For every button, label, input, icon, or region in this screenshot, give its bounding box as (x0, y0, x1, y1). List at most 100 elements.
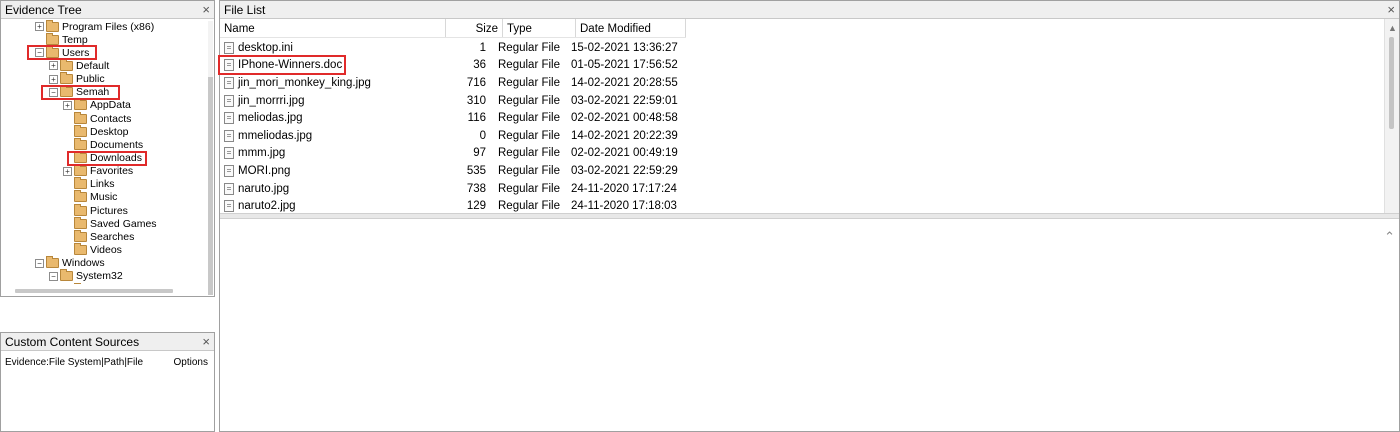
tree-node-favorites[interactable]: + Favorites (63, 164, 133, 178)
column-header-options[interactable]: Options (174, 357, 208, 368)
tree-node-label: Default (76, 59, 110, 72)
file-icon (224, 129, 234, 142)
cell-date-modified: 02-02-2021 00:49:19 (571, 147, 678, 160)
custom-content-columns: Evidence:File System|Path|File Options (1, 351, 214, 373)
cell-name: mmm.jpg (220, 147, 448, 160)
expander-icon[interactable]: + (49, 74, 58, 84)
cell-date-modified: 24-11-2020 17:17:24 (571, 182, 677, 195)
table-row[interactable]: mmeliodas.jpg 0 Regular File 14-02-2021 20:… (220, 127, 679, 145)
tree-node-temp[interactable]: Temp (35, 32, 88, 46)
table-row[interactable]: naruto.jpg 738 Regular File 24-11-2020 17:1… (220, 180, 679, 198)
tree-node-default[interactable]: + Default (49, 58, 110, 72)
expander-icon (63, 232, 72, 241)
cell-type: Regular File (498, 164, 560, 177)
tree-node-searches[interactable]: Searches (63, 229, 134, 243)
column-header-name[interactable]: Name (220, 19, 446, 37)
expander-icon[interactable]: − (49, 87, 58, 97)
file-list-close-icon[interactable]: × (1387, 3, 1395, 16)
tree-node-pictures[interactable]: Pictures (63, 203, 128, 217)
folder-icon (46, 256, 59, 269)
expander-icon (63, 140, 72, 149)
tree-node-appdata[interactable]: + AppData (63, 98, 131, 112)
column-header-evidence[interactable]: Evidence:File System|Path|File (5, 357, 143, 368)
cell-type: Regular File (498, 182, 560, 195)
tree-node-system32[interactable]: − System32 (49, 269, 123, 283)
tree-node-documents[interactable]: Documents (63, 137, 143, 151)
table-row[interactable]: desktop.ini 1 Regular File 15-02-2021 13:36… (220, 39, 679, 57)
folder-icon (74, 216, 87, 229)
table-row[interactable]: mmm.jpg 97 Regular File 02-02-2021 00:49:19 (220, 145, 679, 163)
table-row[interactable]: jin_morrri.jpg 310 Regular File 03-02-2021 … (220, 92, 679, 110)
folder-icon (74, 98, 87, 111)
expander-icon[interactable]: − (49, 271, 58, 281)
column-header-date-modified[interactable]: Date Modified (576, 19, 686, 37)
cell-name: meliodas.jpg (220, 112, 448, 125)
tree-node-downloads[interactable]: Downloads (63, 151, 142, 165)
file-icon (224, 41, 234, 54)
tree-node-links[interactable]: Links (63, 177, 115, 191)
file-icon (224, 164, 234, 177)
evidence-tree-close-icon[interactable]: × (202, 3, 210, 16)
file-list-scrollbar[interactable]: ▲ (1384, 19, 1399, 213)
cell-type: Regular File (498, 200, 560, 213)
tree-node-config[interactable]: +config (63, 282, 118, 284)
tree-node-music[interactable]: Music (63, 190, 118, 204)
file-icon (224, 94, 234, 107)
folder-icon (74, 203, 87, 216)
expander-icon[interactable]: + (63, 166, 72, 176)
custom-content-close-icon[interactable]: × (202, 335, 210, 348)
table-row[interactable]: MORI.png 535 Regular File 03-02-2021 22:59:… (220, 162, 679, 180)
evidence-tree[interactable]: + Program Files (x86) Temp − Users + Default + P… (1, 19, 204, 284)
column-header-type[interactable]: Type (503, 19, 576, 37)
cell-type: Regular File (498, 112, 560, 125)
evidence-tree-scrollbar[interactable] (208, 21, 213, 295)
expander-icon[interactable]: + (63, 100, 72, 110)
tree-node-label: Program Files (x86) (62, 20, 155, 33)
tree-node-label: Music (90, 191, 118, 204)
cell-date-modified: 03-02-2021 22:59:01 (571, 94, 678, 107)
cell-type: Regular File (498, 59, 560, 72)
file-name: mmm.jpg (238, 147, 286, 160)
folder-icon (74, 177, 87, 190)
evidence-tree-header: Evidence Tree × (1, 1, 214, 19)
expander-icon[interactable]: + (35, 22, 44, 31)
folder-icon (74, 229, 87, 242)
file-icon (224, 182, 234, 195)
expander-icon[interactable]: + (49, 61, 58, 71)
expander-icon (63, 219, 72, 228)
scroll-up-arrow-icon[interactable]: ▲ (1388, 23, 1397, 33)
scroll-thumb[interactable] (1389, 37, 1394, 129)
scroll-thumb[interactable] (208, 77, 213, 295)
cell-date-modified: 14-02-2021 20:22:39 (571, 129, 678, 142)
tree-node-public[interactable]: + Public (49, 72, 105, 86)
column-header-size[interactable]: Size (446, 19, 503, 37)
tree-node-contacts[interactable]: Contacts (63, 111, 131, 125)
cell-name: naruto.jpg (220, 182, 448, 195)
cell-date-modified: 03-02-2021 22:59:29 (571, 164, 678, 177)
table-row[interactable]: meliodas.jpg 116 Regular File 02-02-2021 00… (220, 109, 679, 127)
tree-node-semah[interactable]: − Semah (49, 85, 109, 99)
evidence-tree-hscrollbar[interactable] (15, 289, 173, 293)
evidence-tree-pane: Evidence Tree × + Program Files (x86) Temp… (0, 0, 215, 297)
tree-node-program-files-x86[interactable]: + Program Files (x86) (35, 19, 155, 33)
tree-node-desktop[interactable]: Desktop (63, 124, 129, 138)
tree-node-label: Temp (62, 33, 88, 46)
table-row[interactable]: jin_mori_monkey_king.jpg 716 Regular File 1… (220, 74, 679, 92)
preview-scroll-up-arrow-icon[interactable]: ⌃ (1384, 229, 1395, 245)
file-icon (224, 112, 234, 125)
file-name: meliodas.jpg (238, 112, 303, 125)
cell-size: 716 (466, 76, 486, 89)
cell-size: 116 (467, 112, 486, 125)
expander-icon (63, 154, 72, 163)
expander-icon[interactable]: − (35, 48, 44, 58)
expander-icon[interactable]: − (35, 258, 44, 268)
table-row[interactable]: IPhone-Winners.doc 36 Regular File 01-05-20… (220, 57, 679, 75)
tree-node-windows[interactable]: − Windows (35, 256, 105, 270)
cell-size: 97 (473, 147, 486, 160)
tree-node-saved-games[interactable]: Saved Games (63, 216, 157, 230)
file-icon (224, 76, 234, 89)
file-name: jin_morrri.jpg (238, 94, 305, 107)
cell-size: 129 (466, 200, 486, 213)
tree-node-users[interactable]: − Users (35, 45, 89, 59)
tree-node-videos[interactable]: Videos (63, 243, 122, 257)
